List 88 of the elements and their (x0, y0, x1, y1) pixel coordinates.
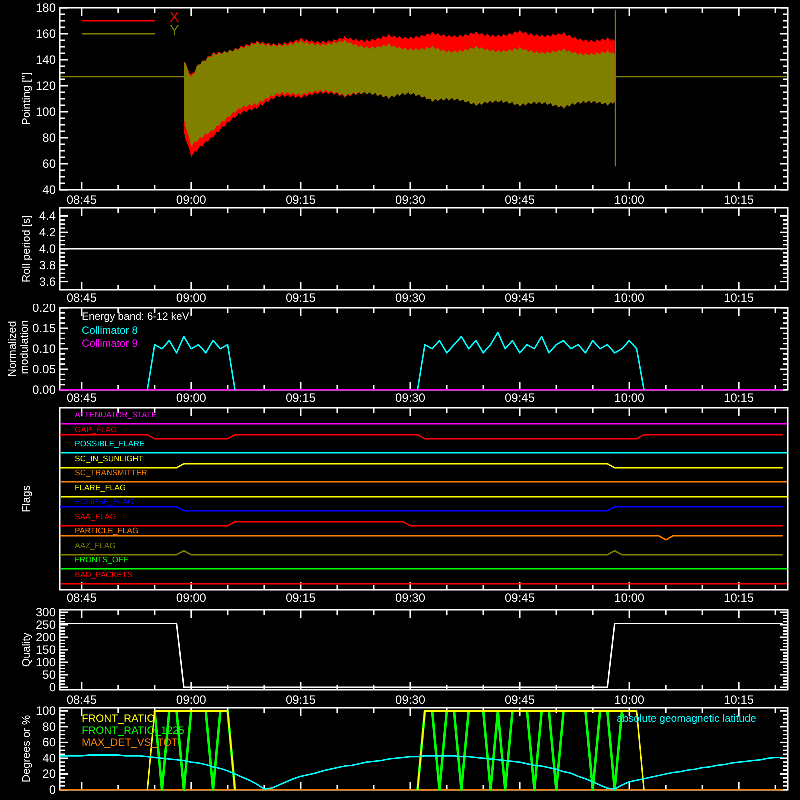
tick-label: 4.0 (39, 242, 56, 256)
flag-label: SC_TRANSMITTER (75, 468, 148, 478)
tick-label: 200 (36, 630, 56, 644)
tick-label: 09:15 (286, 391, 316, 404)
tick-label: 0 (49, 783, 56, 797)
legend-label: Y (170, 22, 180, 38)
tick-label: 10:00 (614, 291, 645, 304)
axis-title: Normalized modulation (7, 320, 31, 377)
tick-label: 10:00 (614, 193, 645, 206)
tick-label: 3.6 (39, 274, 56, 289)
tick-label: 08:45 (66, 193, 97, 206)
tick-label: 09:00 (176, 591, 206, 604)
flag-label: BAD_PACKETS (75, 570, 133, 579)
tick-label: 0.15 (32, 322, 56, 336)
tick-label: 09:45 (505, 291, 536, 304)
tick-label: 09:45 (505, 693, 536, 706)
tick-label: 10:15 (724, 693, 754, 706)
tick-label: 09:30 (395, 391, 426, 404)
axis-title: Degrees or % (21, 715, 33, 783)
tick-label: 09:30 (395, 693, 426, 706)
tick-label: 10:00 (614, 693, 645, 706)
tick-label: 180 (36, 1, 56, 15)
flag-label: POSSIBLE_FLARE (75, 440, 145, 448)
tick-label: 60 (42, 736, 56, 750)
tick-label: 150 (36, 643, 56, 657)
flag-label: ECLIPSE_FLAG (75, 498, 134, 506)
flag-label: SC_IN_SUNLIGHT (75, 454, 144, 463)
tick-label: 0 (49, 680, 56, 694)
tick-label: 09:45 (505, 391, 536, 404)
tick-label: 10:15 (724, 591, 754, 604)
tick-label: 100 (36, 706, 56, 718)
tick-label: 0.10 (32, 342, 56, 356)
tick-label: 08:45 (66, 291, 97, 304)
tick-label: 60 (42, 157, 56, 171)
tick-label: 80 (42, 720, 56, 734)
flag-label: AAZ_FLAG (75, 541, 116, 550)
axis-title: Roll period [s] (21, 215, 33, 283)
tick-label: 4.4 (39, 209, 56, 224)
tick-label: 50 (42, 668, 56, 682)
tick-label: 09:30 (395, 291, 426, 304)
flag-label: ATTENUATOR_STATE (75, 410, 157, 420)
flag-label: GAP_FLAG (75, 425, 118, 434)
tick-label: 0.05 (32, 362, 56, 376)
flag-label: FRONTS_OFF (75, 556, 128, 564)
tick-label: 4.2 (39, 226, 56, 240)
tick-label: 100 (36, 105, 56, 119)
tick-label: 08:45 (66, 693, 97, 706)
tick-label: 08:45 (66, 591, 97, 604)
tick-label: 09:30 (395, 591, 426, 604)
tick-label: 250 (36, 618, 56, 632)
tick-label: 10:15 (724, 193, 754, 206)
axis-title: Flags (21, 486, 33, 512)
tick-label: 09:45 (505, 591, 536, 604)
tick-label: 08:45 (66, 391, 97, 404)
tick-label: 09:45 (505, 193, 536, 206)
tick-label: 10:00 (614, 391, 645, 404)
legend-label: Collimator 8 (82, 325, 138, 337)
tick-label: 3.8 (39, 258, 56, 272)
flag-label: FLARE_FLAG (75, 483, 126, 492)
axis-title: Quality (21, 632, 33, 668)
tick-label: 300 (36, 606, 56, 620)
tick-label: 09:00 (176, 291, 206, 304)
flag-label: SAA_FLAG (75, 512, 116, 521)
axis-title: Pointing ["] (21, 72, 33, 126)
tick-label: 09:00 (176, 391, 206, 404)
legend-label: X (170, 9, 180, 25)
tick-label: 0.00 (32, 383, 56, 397)
tick-label: 160 (36, 27, 56, 41)
tick-label: 120 (36, 79, 56, 93)
tick-label: 40 (42, 751, 56, 766)
tick-label: 40 (42, 183, 56, 197)
tick-label: 10:15 (724, 391, 754, 404)
tick-label: 09:15 (286, 193, 316, 206)
annotation-text: Energy band: 6-12 keV (82, 311, 190, 323)
tick-label: 20 (42, 767, 56, 782)
tick-label: 10:00 (614, 591, 645, 604)
legend-label: Collimator 9 (82, 338, 138, 350)
tick-label: 100 (36, 656, 56, 670)
flag-label: PARTICLE_FLAG (75, 526, 139, 536)
tick-label: 80 (42, 131, 56, 145)
tick-label: 09:30 (395, 193, 426, 206)
tick-label: 09:15 (286, 591, 316, 604)
tick-label: 09:00 (176, 193, 206, 206)
tick-label: 10:15 (724, 291, 754, 304)
tick-label: 09:15 (286, 693, 316, 706)
tick-label: 09:00 (176, 693, 206, 706)
tick-label: 09:15 (286, 291, 316, 304)
tick-label: 140 (36, 53, 56, 67)
